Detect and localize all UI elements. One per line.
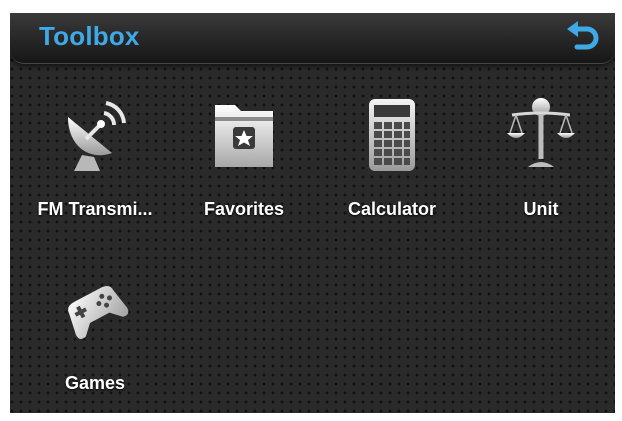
toolbox-screen: Toolbox FM Transmi... Favorites Calculat… [10, 13, 615, 413]
calculator-icon [357, 95, 427, 173]
app-label: FM Transmi... [37, 199, 153, 219]
gamepad-icon [60, 269, 130, 347]
app-calculator[interactable]: Calculator [322, 95, 462, 235]
app-label: Games [64, 373, 126, 393]
app-label: Unit [523, 199, 559, 219]
page-title: Toolbox [39, 21, 140, 51]
back-button[interactable] [563, 17, 603, 57]
star-folder-icon [209, 95, 279, 173]
balance-scale-icon [506, 95, 576, 173]
satellite-dish-icon [60, 95, 130, 173]
title-bar: Toolbox [10, 13, 615, 64]
app-favorites[interactable]: Favorites [174, 95, 314, 235]
app-fm-transmitter[interactable]: FM Transmi... [25, 95, 165, 235]
return-arrow-icon [567, 21, 599, 50]
app-unit[interactable]: Unit [471, 95, 611, 235]
app-label: Calculator [347, 199, 437, 219]
app-games[interactable]: Games [25, 269, 165, 409]
app-label: Favorites [203, 199, 285, 219]
